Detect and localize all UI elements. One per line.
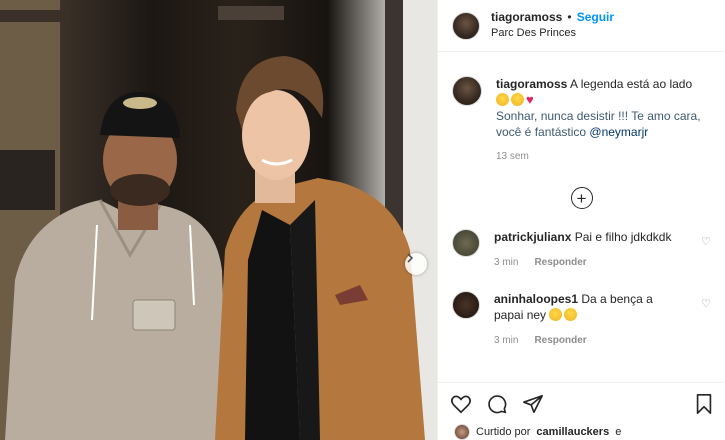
comment-item: aninhaloopes1 Da a bença a papai ney 3 m…	[452, 291, 711, 349]
caption-body: tiagoramoss A legenda está ao lado ♥ Son…	[496, 76, 706, 165]
post-actions	[438, 382, 725, 415]
reply-button[interactable]: Responder	[534, 255, 586, 271]
comments-section: tiagoramoss A legenda está ao lado ♥ Son…	[438, 52, 725, 349]
liked-by: Curtido por camillauckers e	[454, 424, 621, 440]
comment-body: aninhaloopes1 Da a bença a papai ney 3 m…	[494, 291, 684, 349]
commenter-avatar[interactable]	[452, 229, 480, 257]
comment-username[interactable]: patrickjulianx	[494, 230, 571, 244]
comment-icon[interactable]	[486, 393, 508, 415]
comment-text: Pai e filho jdkdkdk	[574, 230, 672, 244]
share-icon[interactable]	[522, 393, 544, 415]
caption-mention[interactable]: @neymarjr	[589, 125, 648, 139]
caption-avatar[interactable]	[452, 76, 482, 106]
post-photo[interactable]	[0, 0, 437, 440]
liked-by-suffix: e	[615, 426, 622, 438]
laughing-emoji-icon	[549, 308, 563, 321]
post-sidebar: tiagoramoss • Seguir Parc Des Princes ti…	[437, 0, 725, 440]
caption-time[interactable]: 13 sem	[496, 149, 706, 165]
red-heart-icon: ♥	[526, 92, 534, 107]
comment-item: patrickjulianx Pai e filho jdkdkdk 3 min…	[452, 229, 711, 271]
load-more-comments[interactable]: +	[452, 187, 711, 209]
add-comment-icon[interactable]: +	[570, 187, 593, 209]
post-caption: tiagoramoss A legenda está ao lado ♥ Son…	[452, 52, 711, 165]
commenter-avatar[interactable]	[452, 291, 480, 319]
caption-username[interactable]: tiagoramoss	[496, 77, 567, 91]
post-header: tiagoramoss • Seguir Parc Des Princes	[438, 0, 725, 52]
crying-emoji-icon	[511, 93, 524, 106]
photo-illustration	[0, 0, 437, 440]
laughing-emoji-icon	[564, 308, 578, 321]
comment-actions: 3 min Responder	[494, 255, 684, 271]
author-username[interactable]: tiagoramoss	[491, 10, 562, 24]
post-location[interactable]: Parc Des Princes	[491, 26, 614, 41]
liked-by-user[interactable]: camillauckers	[536, 426, 609, 438]
comment-like-icon[interactable]: ♡	[701, 235, 711, 248]
reply-button[interactable]: Responder	[534, 333, 586, 349]
comment-time[interactable]: 3 min	[494, 255, 518, 271]
comment-like-icon[interactable]: ♡	[701, 297, 711, 310]
chevron-right-icon	[407, 253, 414, 263]
comment-body: patrickjulianx Pai e filho jdkdkdk 3 min…	[494, 229, 684, 271]
author-info: tiagoramoss • Seguir Parc Des Princes	[491, 10, 614, 41]
comment-actions: 3 min Responder	[494, 333, 684, 349]
comment-time[interactable]: 3 min	[494, 333, 518, 349]
crying-emoji-icon	[496, 93, 509, 106]
heart-icon[interactable]	[450, 393, 472, 415]
separator-dot: •	[567, 10, 572, 24]
next-photo-button[interactable]	[405, 253, 427, 275]
liker-avatar[interactable]	[454, 424, 470, 440]
comment-username[interactable]: aninhaloopes1	[494, 292, 578, 306]
author-avatar[interactable]	[452, 11, 480, 40]
follow-button[interactable]: Seguir	[577, 10, 614, 24]
liked-by-prefix: Curtido por	[476, 426, 531, 438]
caption-line1: A legenda está ao lado	[570, 77, 693, 91]
save-icon[interactable]	[694, 393, 714, 415]
